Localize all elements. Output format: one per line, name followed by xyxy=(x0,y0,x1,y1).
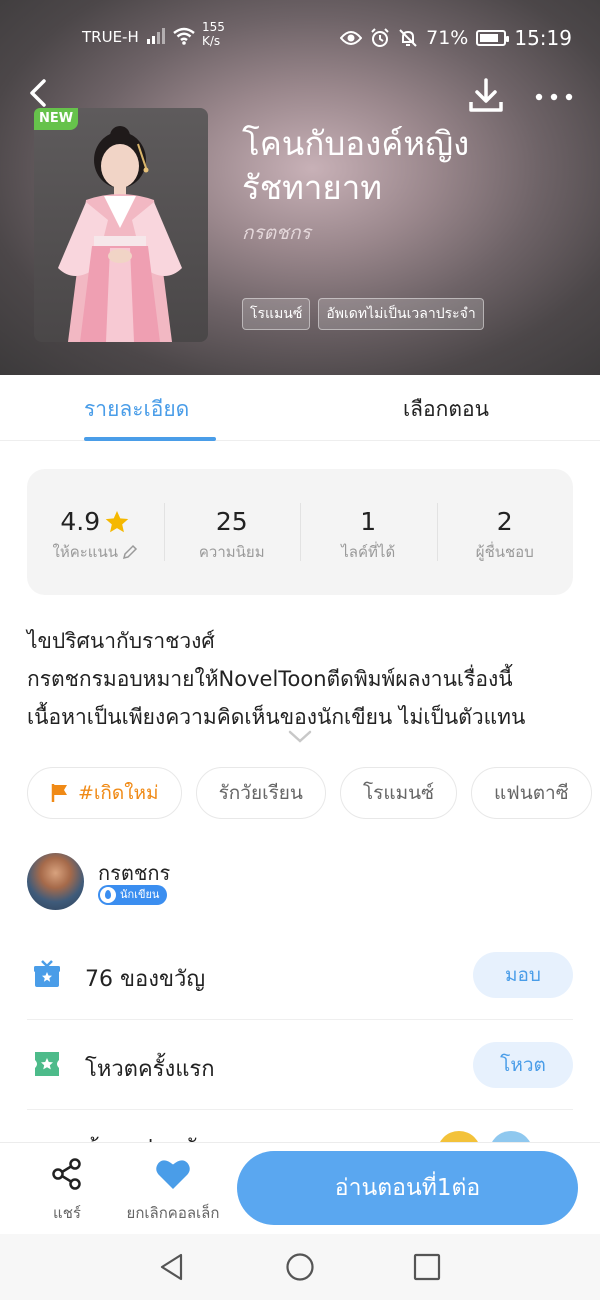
more-options-icon[interactable] xyxy=(532,82,576,112)
rating-stat[interactable]: 4.9 ให้คะแนน xyxy=(27,469,164,595)
author-avatar[interactable] xyxy=(27,853,84,910)
rating-value: 4.9 xyxy=(60,507,101,536)
tab-indicator xyxy=(84,437,216,441)
tab-bar: รายละเอียด เลือกตอน xyxy=(0,375,600,441)
tab-episodes[interactable]: เลือกตอน xyxy=(403,393,489,426)
network-speed: 155 K/s xyxy=(202,20,225,48)
nav-recents-icon[interactable] xyxy=(412,1252,442,1282)
writer-badge: นักเขียน xyxy=(98,885,168,905)
update-schedule-tag: อัพเดทไม่เป็นเวลาประจำ xyxy=(318,298,484,330)
stats-card: 4.9 ให้คะแนน 25 ความนิยม 1 ไลค์ที่ได้ 2 … xyxy=(27,469,573,595)
book-tags: โรแมนซ์ อัพเดทไม่เป็นเวลาประจำ xyxy=(242,298,484,330)
first-vote-label: โหวตครั้งแรก xyxy=(85,1057,215,1082)
share-button[interactable]: แชร์ xyxy=(34,1157,100,1225)
nav-home-icon[interactable] xyxy=(285,1252,315,1282)
new-badge: NEW xyxy=(34,108,78,130)
book-cover-image[interactable] xyxy=(34,108,208,342)
heart-icon xyxy=(156,1160,190,1189)
tab-details[interactable]: รายละเอียด xyxy=(84,393,189,426)
alarm-icon xyxy=(371,28,389,47)
rating-label: ให้คะแนน xyxy=(52,543,118,561)
remove-from-collection-button[interactable]: ยกเลิกคอลเล็ก xyxy=(118,1157,228,1225)
likes-label: ไลค์ที่ได้ xyxy=(341,543,396,561)
gift-count-label: 76 ของขวัญ xyxy=(85,967,206,992)
give-gift-button[interactable]: มอบ xyxy=(473,952,573,998)
download-icon[interactable] xyxy=(466,76,506,116)
battery-percent: 71% xyxy=(426,27,469,49)
vote-button[interactable]: โหวต xyxy=(473,1042,573,1088)
gift-row: 76 ของขวัญ มอบ xyxy=(27,930,573,1020)
likes-value: 1 xyxy=(360,507,377,536)
status-bar: TRUE-H 155 K/s 71% 15:19 xyxy=(0,18,600,58)
vote-row: โหวตครั้งแรก โหวต xyxy=(27,1020,573,1110)
popularity-label: ความนิยม xyxy=(198,543,265,561)
tag-pill-fantasy[interactable]: แฟนตาซี xyxy=(471,767,592,819)
writer-badge-icon xyxy=(100,887,116,903)
ticket-icon xyxy=(35,1052,59,1076)
share-icon xyxy=(52,1158,81,1190)
fans-stat: 2 ผู้ชื่นชอบ xyxy=(436,469,574,595)
clock: 15:19 xyxy=(514,26,572,50)
tag-list: #เกิดใหม่ รักวัยเรียน โรแมนซ์ แฟนตาซี xyxy=(27,767,592,819)
bottom-action-bar: แชร์ ยกเลิกคอลเล็ก อ่านตอนที่1ต่อ xyxy=(0,1142,600,1234)
fans-label: ผู้ชื่นชอบ xyxy=(475,543,534,561)
back-arrow-icon[interactable] xyxy=(22,75,58,111)
book-author[interactable]: กรตชกร xyxy=(242,218,311,248)
battery-icon xyxy=(476,30,510,46)
eye-icon xyxy=(340,31,363,45)
star-icon xyxy=(105,510,129,532)
book-description: ไขปริศนากับราชวงศ์ กรตชกรมอบหมายให้Novel… xyxy=(27,629,526,729)
system-nav-bar xyxy=(0,1234,600,1300)
signal-icon xyxy=(147,28,165,44)
flag-icon xyxy=(51,784,67,802)
mute-bell-icon xyxy=(399,29,417,47)
pencil-icon[interactable] xyxy=(122,544,138,560)
popularity-value: 25 xyxy=(215,507,248,536)
nav-back-icon[interactable] xyxy=(157,1252,187,1282)
continue-reading-button[interactable]: อ่านตอนที่1ต่อ xyxy=(237,1151,578,1225)
tag-pill-reincarnation[interactable]: #เกิดใหม่ xyxy=(27,767,182,819)
genre-tag: โรแมนซ์ xyxy=(242,298,311,330)
book-title: โคนกับองค์หญิง รัชทายาท xyxy=(242,124,470,207)
gift-icon xyxy=(34,960,60,987)
tag-pill-romance[interactable]: โรแมนซ์ xyxy=(339,767,458,819)
book-header: TRUE-H 155 K/s 71% 15:19 NEW โคนกับองค์ห… xyxy=(0,0,600,375)
fans-value: 2 xyxy=(496,507,513,536)
chevron-down-icon[interactable] xyxy=(288,730,312,744)
wifi-icon xyxy=(173,27,195,45)
likes-stat: 1 ไลค์ที่ได้ xyxy=(300,469,437,595)
carrier-label: TRUE-H xyxy=(82,28,139,46)
tag-pill-school-romance[interactable]: รักวัยเรียน xyxy=(195,767,326,819)
popularity-stat: 25 ความนิยม xyxy=(163,469,301,595)
